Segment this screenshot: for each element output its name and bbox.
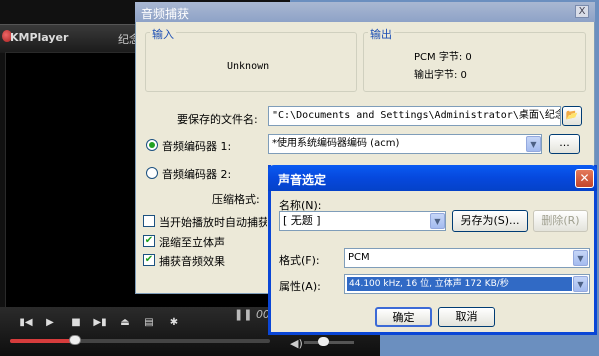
audio-capture-titlebar[interactable] (135, 2, 595, 22)
attr-select[interactable]: 44.100 kHz, 16 位, 立体声 172 KB/秒 (344, 274, 590, 294)
autocapture-checkbox[interactable] (143, 215, 155, 227)
ok-button[interactable]: 确定 (375, 307, 432, 327)
effects-label: 捕获音频效果 (159, 255, 225, 268)
encoder1-dropdown-arrow[interactable]: ▼ (526, 136, 541, 152)
save-file-field[interactable]: "C:\Documents and Settings\Administrator… (268, 106, 561, 126)
format-label: 格式(F): (279, 254, 320, 267)
name-dropdown-arrow[interactable]: ▼ (430, 213, 445, 229)
delete-button: 删除(R) (533, 210, 588, 232)
save-file-label: 要保存的文件名: (177, 113, 258, 126)
cancel-button[interactable]: 取消 (438, 307, 495, 327)
pause-icon: ❚❚ (234, 308, 256, 321)
input-value: Unknown (227, 61, 270, 72)
playlist-icon[interactable]: ▤ (141, 315, 157, 331)
format-select[interactable]: PCM (344, 248, 590, 268)
attr-label: 属性(A): (279, 280, 321, 293)
save-as-button[interactable]: 另存为(S)... (452, 210, 528, 232)
sound-select-title: 声音选定 (278, 173, 327, 187)
encoder1-label: 音频编码器 1: (162, 140, 232, 153)
name-select[interactable]: [ 无题 ] (279, 211, 446, 231)
settings-icon[interactable]: ✱ (166, 315, 182, 331)
encoder2-radio[interactable] (146, 167, 158, 179)
browse-folder-button[interactable]: 📂 (562, 106, 582, 126)
kmplayer-logo: KMPlayer (10, 31, 69, 44)
prev-icon[interactable]: ▮◀ (18, 315, 34, 331)
play-icon[interactable]: ▶ (42, 315, 58, 331)
output-group-title: 输出 (368, 26, 394, 42)
stereo-checkbox[interactable]: ✔ (143, 235, 155, 247)
input-group-title: 输入 (150, 26, 176, 42)
volume-slider[interactable] (304, 341, 354, 344)
seek-bar-fill (10, 339, 75, 343)
sound-select-close-button[interactable]: ✕ (575, 169, 594, 188)
encoder1-radio-dot (149, 142, 155, 148)
effects-checkbox[interactable]: ✔ (143, 254, 155, 266)
attr-dropdown-arrow[interactable]: ▼ (573, 276, 588, 292)
encoder1-select[interactable]: *使用系统编码器编码 (acm) (268, 134, 542, 154)
stop-icon[interactable]: ■ (68, 315, 84, 331)
encoder2-label: 音频编码器 2: (162, 168, 232, 181)
stereo-label: 混缩至立体声 (159, 236, 225, 249)
next-icon[interactable]: ▶▮ (92, 315, 108, 331)
volume-icon[interactable]: ◀) (290, 337, 303, 350)
compress-format-label: 压缩格式: (212, 193, 260, 206)
output-group (363, 32, 586, 92)
pcm-bytes: PCM 字节: 0 (414, 52, 472, 63)
audio-capture-title: 音频捕获 (141, 7, 190, 21)
encoder1-options-button[interactable]: ... (549, 134, 580, 154)
format-dropdown-arrow[interactable]: ▼ (573, 250, 588, 266)
seek-thumb[interactable] (69, 335, 81, 345)
eject-icon[interactable]: ⏏ (117, 315, 133, 331)
folder-icon: 📂 (565, 110, 579, 121)
audio-capture-close-button[interactable]: X (575, 5, 589, 18)
attr-selected-text: 44.100 kHz, 16 位, 立体声 172 KB/秒 (347, 277, 572, 291)
volume-thumb[interactable] (318, 337, 329, 346)
autocapture-label: 当开始播放时自动捕获 (159, 216, 267, 229)
output-bytes: 输出字节: 0 (414, 70, 467, 81)
